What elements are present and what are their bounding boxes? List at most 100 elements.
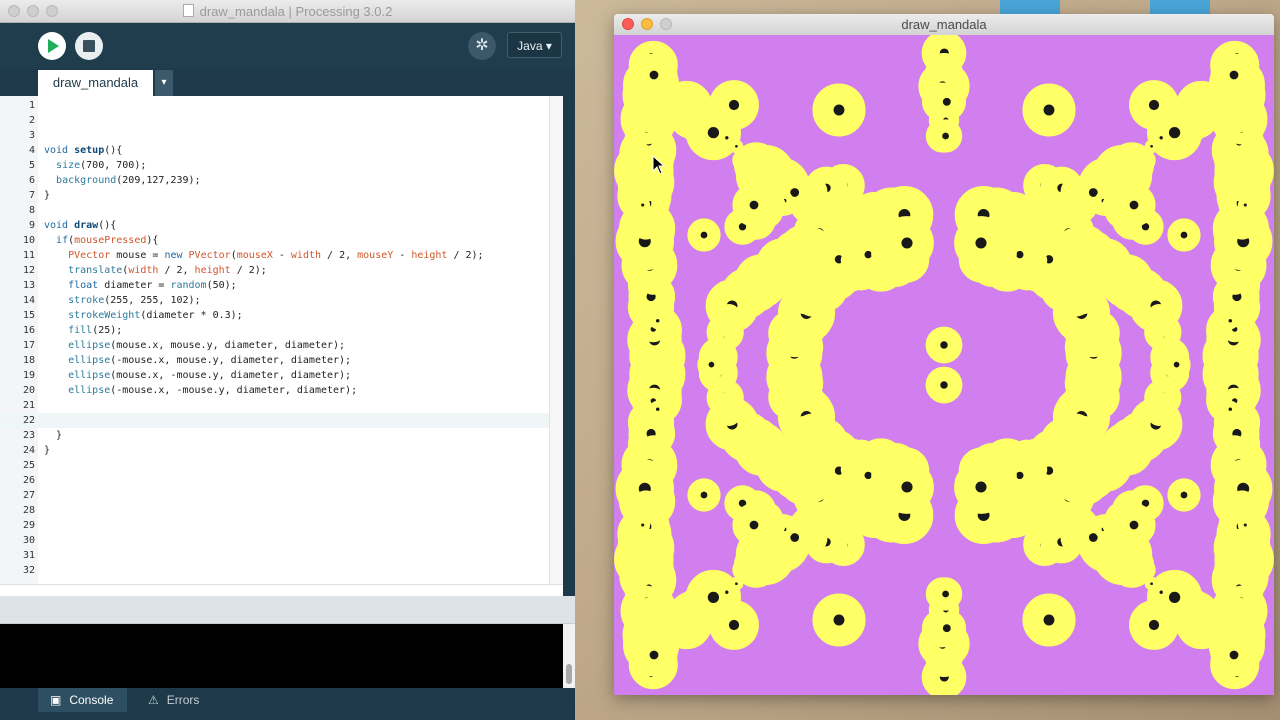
code-line[interactable]: 4 void setup(){ xyxy=(0,143,549,158)
warning-icon: ⚠ xyxy=(148,693,159,707)
code-text: float diameter = random(50); xyxy=(68,280,237,291)
code-line[interactable]: 29 xyxy=(0,518,549,533)
sketch-tabbar: draw_mandala ▾ xyxy=(0,69,575,96)
code-line[interactable]: 25 xyxy=(0,458,549,473)
code-line[interactable]: 19 ellipse(mouse.x, -mouse.y, diameter, … xyxy=(0,368,549,383)
code-line[interactable]: 8 xyxy=(0,203,549,218)
line-number: 9 xyxy=(28,220,35,231)
line-number: 14 xyxy=(22,295,35,306)
debug-button[interactable]: ✲ xyxy=(468,32,496,60)
line-number: 20 xyxy=(22,385,35,396)
line-number: 12 xyxy=(22,265,35,276)
code-line[interactable]: 2 xyxy=(0,113,549,128)
code-line[interactable]: 5 size(700, 700); xyxy=(0,158,549,173)
ide-window-title: draw_mandala | Processing 3.0.2 xyxy=(0,4,575,19)
document-icon xyxy=(182,4,194,17)
line-number: 19 xyxy=(22,370,35,381)
code-text: if(mousePressed){ xyxy=(56,235,159,246)
code-text: } xyxy=(44,430,63,441)
code-text: size(700, 700); xyxy=(56,160,147,171)
ide-titlebar[interactable]: draw_mandala | Processing 3.0.2 xyxy=(0,0,575,23)
sketch-canvas[interactable] xyxy=(614,35,1274,695)
code-line[interactable]: 31 xyxy=(0,548,549,563)
code-line[interactable]: 24} xyxy=(0,443,549,458)
line-number: 30 xyxy=(22,535,35,546)
code-line[interactable]: 15 strokeWeight(diameter * 0.3); xyxy=(0,308,549,323)
line-number: 26 xyxy=(22,475,35,486)
tab-errors[interactable]: ⚠ Errors xyxy=(136,688,213,712)
code-line[interactable]: 21 xyxy=(0,398,549,413)
code-line[interactable]: 11 PVector mouse = new PVector(mouseX - … xyxy=(0,248,549,263)
code-text: background(209,127,239); xyxy=(56,175,201,186)
line-number: 8 xyxy=(28,205,35,216)
line-number: 27 xyxy=(22,490,35,501)
line-number: 28 xyxy=(22,505,35,516)
line-number: 23 xyxy=(22,430,35,441)
code-text: void setup(){ xyxy=(44,145,123,156)
code-line[interactable]: 10 if(mousePressed){ xyxy=(0,233,549,248)
tab-errors-label: Errors xyxy=(166,693,200,707)
code-line[interactable]: 17 ellipse(mouse.x, mouse.y, diameter, d… xyxy=(0,338,549,353)
code-text: } xyxy=(44,445,51,456)
code-line[interactable]: 3 xyxy=(0,128,549,143)
code-line[interactable]: 7} xyxy=(0,188,549,203)
console-icon: ▣ xyxy=(50,693,62,707)
line-number: 13 xyxy=(22,280,35,291)
code-line[interactable]: 23 } xyxy=(0,428,549,443)
code-line[interactable]: 32 xyxy=(0,563,549,578)
code-line[interactable]: 12 translate(width / 2, height / 2); xyxy=(0,263,549,278)
line-number: 16 xyxy=(22,325,35,336)
code-text: ellipse(mouse.x, -mouse.y, diameter, dia… xyxy=(68,370,352,381)
code-line[interactable]: 1 xyxy=(0,98,549,113)
code-text: void draw(){ xyxy=(44,220,117,231)
line-number: 15 xyxy=(22,310,35,321)
line-number: 6 xyxy=(28,175,35,186)
line-number: 22 xyxy=(22,415,35,426)
code-line[interactable]: 9 void draw(){ xyxy=(0,218,549,233)
tab-console-label: Console xyxy=(69,693,114,707)
line-number: 5 xyxy=(28,160,35,171)
code-text: ellipse(-mouse.x, mouse.y, diameter, dia… xyxy=(68,355,352,366)
console-scrollbar[interactable] xyxy=(563,624,575,688)
code-text: ellipse(-mouse.x, -mouse.y, diameter, di… xyxy=(68,385,358,396)
console-scroll-thumb[interactable] xyxy=(566,664,572,684)
ide-window-title-text: draw_mandala | Processing 3.0.2 xyxy=(199,4,393,19)
code-line[interactable]: 28 xyxy=(0,503,549,518)
mandala-drawing xyxy=(614,35,1274,695)
code-line[interactable]: 27 xyxy=(0,488,549,503)
code-line[interactable]: 22 xyxy=(0,413,549,428)
stop-button[interactable] xyxy=(75,32,103,60)
code-line[interactable]: 18 ellipse(-mouse.x, mouse.y, diameter, … xyxy=(0,353,549,368)
code-line[interactable]: 13 float diameter = random(50); xyxy=(0,278,549,293)
mode-selector[interactable]: Java ▾ xyxy=(507,32,562,58)
line-number: 32 xyxy=(22,565,35,576)
code-editor[interactable]: 1 2 3 4 void setup(){5 size(700, 700); 6 back… xyxy=(0,96,563,584)
desktop-strip xyxy=(1150,0,1210,14)
processing-ide-window: draw_mandala | Processing 3.0.2 ✲ Java ▾… xyxy=(0,0,575,720)
run-button[interactable] xyxy=(38,32,66,60)
code-line[interactable]: 6 background(209,127,239); xyxy=(0,173,549,188)
code-line[interactable]: 26 xyxy=(0,473,549,488)
tab-menu-button[interactable]: ▾ xyxy=(155,70,173,96)
tab-draw-mandala[interactable]: draw_mandala xyxy=(38,70,153,96)
stop-icon xyxy=(83,40,95,52)
line-number: 4 xyxy=(28,145,35,156)
code-text: PVector mouse = new PVector(mouseX - wid… xyxy=(68,250,484,261)
status-bar xyxy=(0,596,575,624)
console-output[interactable] xyxy=(0,624,563,688)
play-icon xyxy=(48,39,59,53)
code-line[interactable]: 14 stroke(255, 255, 102); xyxy=(0,293,549,308)
code-text: stroke(255, 255, 102); xyxy=(68,295,201,306)
code-text: fill(25); xyxy=(68,325,123,336)
line-number: 17 xyxy=(22,340,35,351)
line-number: 29 xyxy=(22,520,35,531)
code-line[interactable]: 20 ellipse(-mouse.x, -mouse.y, diameter,… xyxy=(0,383,549,398)
line-number: 1 xyxy=(28,100,35,111)
editor-vertical-scrollbar[interactable] xyxy=(549,96,563,584)
code-line[interactable]: 16 fill(25); xyxy=(0,323,549,338)
code-line[interactable]: 30 xyxy=(0,533,549,548)
editor-horizontal-scrollbar[interactable] xyxy=(0,584,563,596)
sketch-window: draw_mandala xyxy=(614,14,1274,695)
tab-console[interactable]: ▣ Console xyxy=(38,688,128,712)
sketch-titlebar[interactable]: draw_mandala xyxy=(614,14,1274,36)
